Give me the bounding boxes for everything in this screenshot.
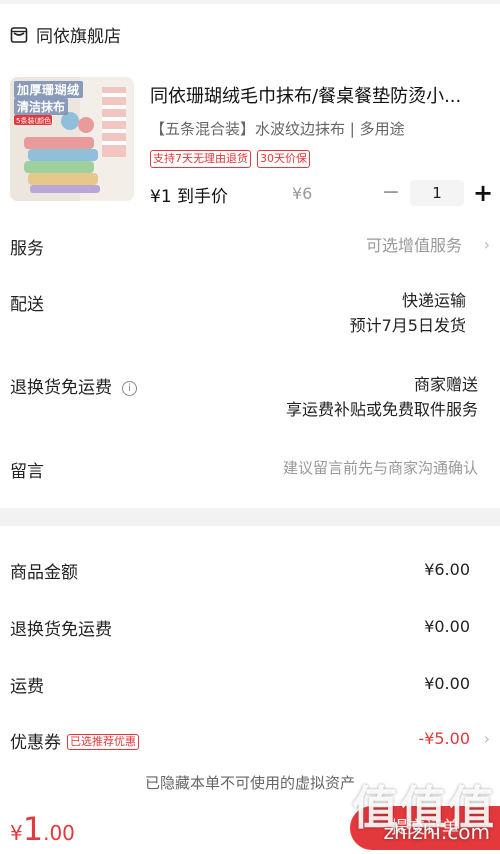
goods-amount-label: 商品金额 [10,563,78,583]
tag-price-protect: 30天价保 [257,150,310,168]
shop-name: 同依旗舰店 [36,27,121,47]
service-label: 服务 [10,239,44,259]
coupon-label[interactable]: 优惠券 已选推荐优惠 [10,728,139,753]
return-free-line1: 商家赠送 [413,375,478,394]
delivery-value[interactable]: 快递运输 预计7月5日发货 [350,288,466,338]
product-spec[interactable]: 【五条混合装】水波纹边抹布 | 多用途 [150,118,405,139]
return-free-line2: 享运费补贴或免费取件服务 [285,400,478,419]
return-fee-value: ¥0.00 [424,617,470,636]
image-text-1: 加厚珊瑚绒 [14,81,83,98]
coupon-tag: 已选推荐优惠 [67,734,139,750]
shipping-label: 运费 [10,677,44,697]
shipping-value: ¥0.00 [424,674,470,693]
price-summary: 商品金额 ¥6.00 退换货免运费 ¥0.00 运费 ¥0.00 优惠券 已选推荐… [0,526,500,798]
image-text-2: 清洁抹布 [14,98,69,115]
coupon-chevron-icon[interactable]: › [484,729,490,748]
message-label: 留言 [10,462,44,482]
service-tags: 支持7天无理由退货 30天价保 [150,150,310,168]
message-input[interactable]: 建议留言前先与商家沟通确认 [283,456,478,481]
chevron-right-icon[interactable]: › [484,235,490,254]
delivery-date: 预计7月5日发货 [349,316,466,335]
total-price: ¥1.00 [10,810,75,848]
watermark-text: zhizhi.com [383,820,490,844]
final-price: ¥1 到手价 [150,187,229,207]
order-card: 同依旗舰店 5条装(颜色) 加厚珊瑚绒 清洁抹布 同依珊瑚绒毛巾抹布/餐桌餐垫防… [0,0,500,508]
original-price: ¥6 [292,184,313,203]
tag-return: 支持7天无理由退货 [150,150,251,168]
goods-amount-value: ¥6.00 [424,560,470,579]
return-free-label: 退换货免运费 i [10,373,137,398]
quantity-input[interactable]: 1 [410,180,464,206]
shop-header[interactable]: 同依旗舰店 [10,22,121,47]
service-value[interactable]: 可选增值服务 [366,233,462,258]
product-image[interactable]: 5条装(颜色) 加厚珊瑚绒 清洁抹布 [10,77,134,201]
delivery-method: 快递运输 [401,291,466,310]
svg-text:5条装(颜色): 5条装(颜色) [16,116,54,125]
info-icon[interactable]: i [122,381,137,396]
decrease-button[interactable]: − [380,181,402,205]
return-fee-label: 退换货免运费 [10,620,112,640]
store-icon [10,26,28,43]
product-title[interactable]: 同依珊瑚绒毛巾抹布/餐桌餐垫防烫小... [150,82,484,108]
coupon-value[interactable]: -¥5.00 [418,729,470,748]
return-free-value: 商家赠送 享运费补贴或免费取件服务 [286,372,478,422]
quantity-stepper: − 1 + [380,180,494,206]
increase-button[interactable]: + [472,181,494,205]
delivery-label: 配送 [10,295,44,315]
